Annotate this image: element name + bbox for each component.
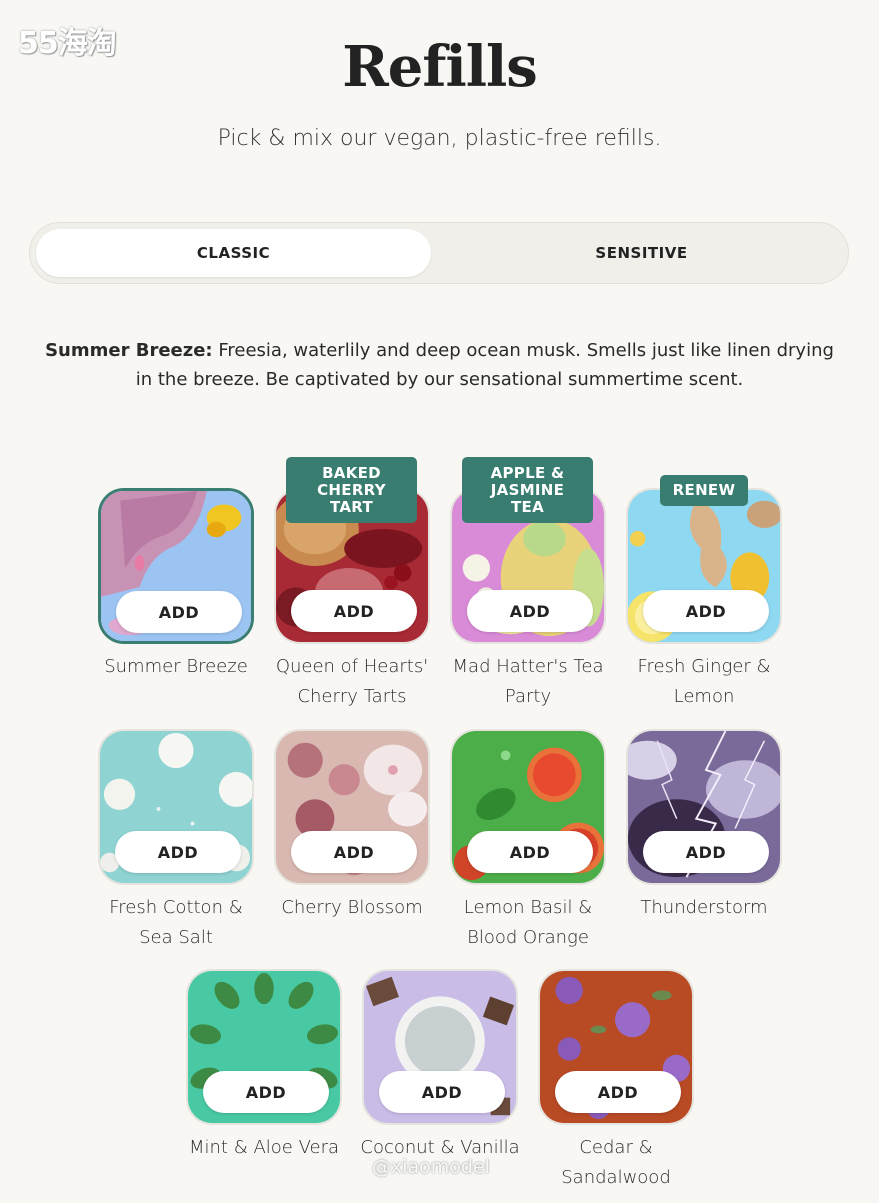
product-name: Cherry Blossom <box>281 897 423 918</box>
page-title: Refills <box>342 34 538 100</box>
product-card-ginger-lemon[interactable]: ADD Fresh Ginger & Lemon <box>624 488 784 712</box>
product-card-thunderstorm[interactable]: ADD Thunderstorm <box>624 729 784 923</box>
product-image-mint-aloe: ADD <box>186 969 342 1125</box>
product-image-cotton-sea-salt: ADD <box>98 729 254 885</box>
product-name: Thunderstorm <box>640 897 768 918</box>
product-card-basil-orange[interactable]: ADD Lemon Basil & Blood Orange <box>448 729 608 953</box>
add-button[interactable]: ADD <box>291 590 417 632</box>
product-image-thunderstorm: ADD <box>626 729 782 885</box>
product-card-cotton-sea-salt[interactable]: ADD Fresh Cotton & Sea Salt <box>96 729 256 953</box>
scent-description: Summer Breeze: Freesia, waterlily and de… <box>40 336 839 394</box>
product-name: Mint & Aloe Vera <box>188 1137 340 1158</box>
scent-description-text: Freesia, waterlily and deep ocean musk. … <box>135 340 834 390</box>
add-button[interactable]: ADD <box>116 591 242 633</box>
product-name: Summer Breeze <box>104 656 248 677</box>
product-badge: RENEW <box>660 475 748 506</box>
product-image-cedar-sandalwood: ADD <box>538 969 694 1125</box>
add-button[interactable]: ADD <box>467 831 593 873</box>
product-image-coconut-vanilla: ADD <box>362 969 518 1125</box>
add-button[interactable]: ADD <box>203 1071 329 1113</box>
product-badge: BAKED CHERRY TART <box>286 457 417 523</box>
product-name: Mad Hatter's Tea Party <box>452 656 604 707</box>
product-card-coconut-vanilla[interactable]: ADD Coconut & Vanilla <box>360 969 520 1163</box>
product-image-ginger-lemon: ADD <box>626 488 782 644</box>
product-badge: APPLE & JASMINE TEA <box>462 457 593 523</box>
page-subtitle: Pick & mix our vegan, plastic-free refil… <box>217 126 662 151</box>
range-toggle: CLASSIC SENSITIVE <box>29 222 849 284</box>
product-name: Cedar & Sandalwood <box>561 1137 671 1188</box>
product-name: Fresh Ginger & Lemon <box>637 656 771 707</box>
product-card-cedar-sandalwood[interactable]: ADD Cedar & Sandalwood <box>536 969 696 1193</box>
product-image-cherry-blossom: ADD <box>274 729 430 885</box>
product-card-cherry-blossom[interactable]: ADD Cherry Blossom <box>272 729 432 923</box>
product-image-basil-orange: ADD <box>450 729 606 885</box>
product-name: Lemon Basil & Blood Orange <box>463 897 593 948</box>
add-button[interactable]: ADD <box>467 590 593 632</box>
scent-description-name: Summer Breeze: <box>45 340 213 361</box>
product-name: Queen of Hearts' Cherry Tarts <box>275 656 429 707</box>
product-card-mint-aloe[interactable]: ADD Mint & Aloe Vera <box>184 969 344 1163</box>
product-card-summer-breeze[interactable]: ADD Summer Breeze <box>96 488 256 682</box>
add-button[interactable]: ADD <box>115 831 241 873</box>
product-name: Fresh Cotton & Sea Salt <box>109 897 243 948</box>
add-button[interactable]: ADD <box>555 1071 681 1113</box>
add-button[interactable]: ADD <box>379 1071 505 1113</box>
add-button[interactable]: ADD <box>643 831 769 873</box>
watermark-credit: @xiaomodel <box>372 1156 490 1178</box>
product-image-summer-breeze: ADD <box>98 488 254 644</box>
add-button[interactable]: ADD <box>291 831 417 873</box>
toggle-sensitive[interactable]: SENSITIVE <box>444 229 839 277</box>
add-button[interactable]: ADD <box>643 590 769 632</box>
toggle-classic[interactable]: CLASSIC <box>36 229 431 277</box>
